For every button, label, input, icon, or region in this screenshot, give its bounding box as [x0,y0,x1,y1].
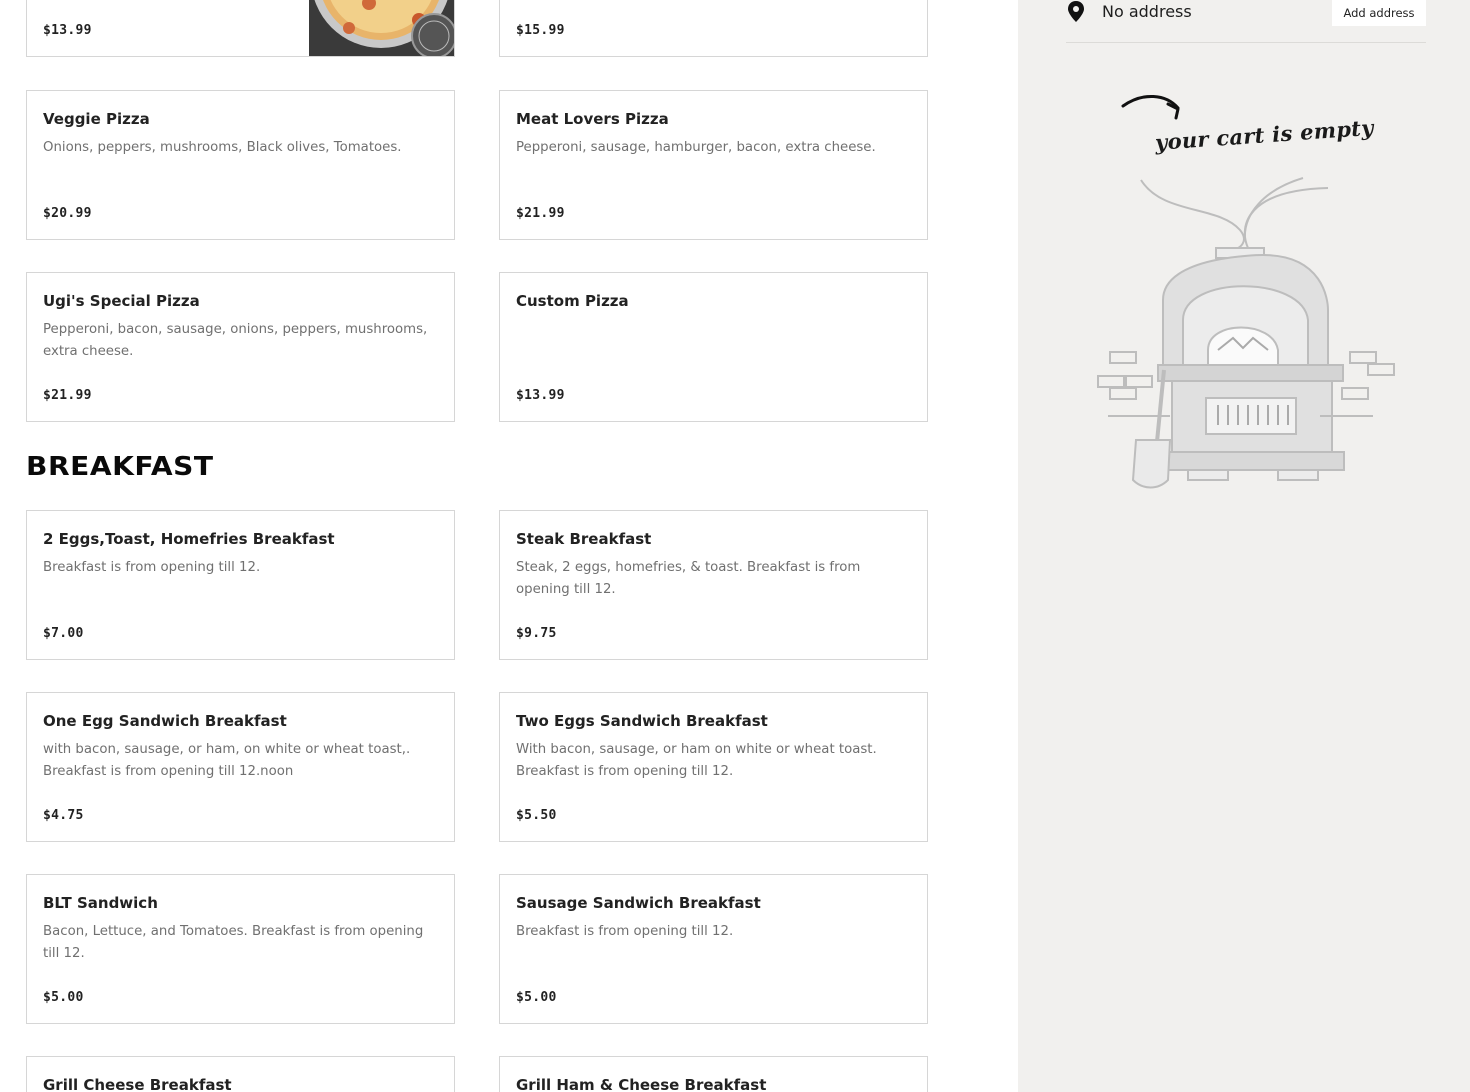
item-price: $13.99 [516,388,565,403]
menu-item-card[interactable]: BLT Sandwich Bacon, Lettuce, and Tomatoe… [26,874,455,1024]
item-price: $5.50 [516,808,557,823]
item-name: Ugi's Special Pizza [43,292,200,310]
location-pin-icon [1066,0,1086,28]
item-description: Steak, 2 eggs, homefries, & toast. Break… [516,560,861,597]
item-name: Meat Lovers Pizza [516,110,669,128]
item-description: Breakfast is from opening till 12. [43,560,261,575]
curved-arrow-icon [1121,94,1180,120]
item-price: $20.99 [43,206,92,221]
menu-item-card[interactable]: Meat Lovers Pizza Pepperoni, sausage, ha… [499,90,928,240]
item-price: $5.00 [43,990,84,1005]
item-name: BLT Sandwich [43,894,158,912]
menu-item-card[interactable]: $15.99 [499,0,928,57]
add-address-button[interactable]: Add address [1332,0,1426,26]
menu-item-card[interactable]: Veggie Pizza Onions, peppers, mushrooms,… [26,90,455,240]
item-description: Breakfast is from opening till 12. [516,924,734,939]
menu-item-card[interactable]: Two Eggs Sandwich Breakfast With bacon, … [499,692,928,842]
item-price: $21.99 [43,388,92,403]
item-description: Bacon, Lettuce, and Tomatoes. Breakfast … [43,924,424,961]
item-description: Pepperoni, sausage, hamburger, bacon, ex… [516,140,876,155]
item-description: with bacon, sausage, or ham, on white or… [43,742,411,779]
item-description: Pepperoni, bacon, sausage, onions, peppe… [43,322,428,359]
menu-item-card[interactable]: Custom Pizza $13.99 [499,272,928,422]
menu-item-card[interactable]: Steak Breakfast Steak, 2 eggs, homefries… [499,510,928,660]
menu-list: $13.99 $15.99 Veggie Pizza Onions, peppe [0,0,1018,1092]
item-name: Grill Cheese Breakfast [43,1076,232,1092]
menu-item-card[interactable]: 2 Eggs,Toast, Homefries Breakfast Breakf… [26,510,455,660]
delivery-address-row: No address Add address [1066,0,1426,43]
pizza-image [309,0,454,56]
item-name: Custom Pizza [516,292,629,310]
item-price: $9.75 [516,626,557,641]
item-name: Two Eggs Sandwich Breakfast [516,712,768,730]
item-price: $15.99 [516,23,565,38]
item-description: Onions, peppers, mushrooms, Black olives… [43,140,402,155]
item-name: Sausage Sandwich Breakfast [516,894,761,912]
menu-item-card[interactable]: Grill Ham & Cheese Breakfast [499,1056,928,1092]
item-name: 2 Eggs,Toast, Homefries Breakfast [43,530,335,548]
address-text: No address [1102,2,1192,21]
item-price: $13.99 [43,23,92,38]
item-name: One Egg Sandwich Breakfast [43,712,287,730]
item-name: Grill Ham & Cheese Breakfast [516,1076,767,1092]
menu-item-card[interactable]: Grill Cheese Breakfast [26,1056,455,1092]
cart-sidebar: No address Add address your cart is empt… [1018,0,1470,1092]
menu-item-card[interactable]: Sausage Sandwich Breakfast Breakfast is … [499,874,928,1024]
item-price: $4.75 [43,808,84,823]
menu-item-card[interactable]: $13.99 [26,0,455,57]
item-price: $7.00 [43,626,84,641]
item-description: With bacon, sausage, or ham on white or … [516,742,877,779]
menu-item-card[interactable]: Ugi's Special Pizza Pepperoni, bacon, sa… [26,272,455,422]
item-price: $5.00 [516,990,557,1005]
item-name: Veggie Pizza [43,110,150,128]
item-price: $21.99 [516,206,565,221]
menu-item-card[interactable]: One Egg Sandwich Breakfast with bacon, s… [26,692,455,842]
item-name: Steak Breakfast [516,530,652,548]
section-title-breakfast: BREAKFAST [26,452,214,482]
